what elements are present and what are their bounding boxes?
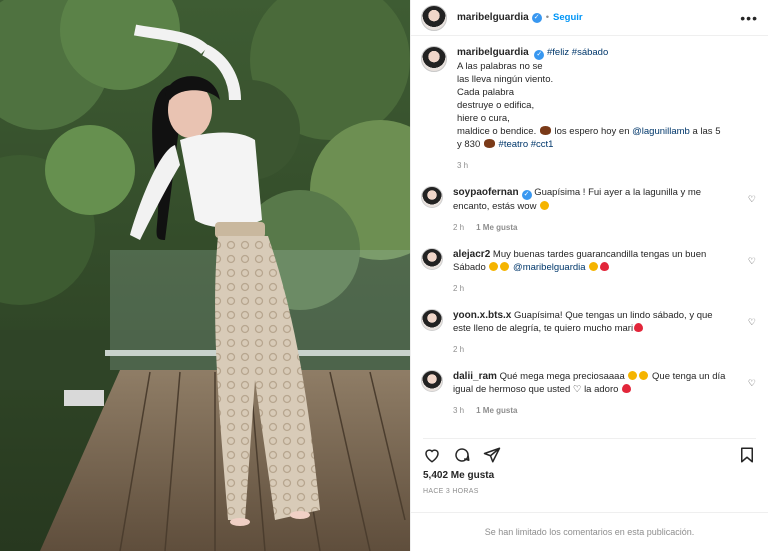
author-avatar[interactable] (421, 46, 447, 72)
comment-likes[interactable]: 1 Me gusta (476, 221, 517, 234)
follow-button[interactable]: Seguir (553, 12, 583, 23)
comment-time[interactable]: 2 h (453, 221, 464, 234)
post-header: maribelguardia ✓ • Seguir ••• (411, 0, 768, 36)
caption-username[interactable]: maribelguardia (457, 47, 529, 58)
verified-icon: ✓ (531, 12, 542, 23)
likes-count[interactable]: 5,402 Me gusta (423, 470, 494, 481)
comment-text: Qué mega mega preciosaaaa (499, 371, 625, 382)
comment-item: alejacr2 Muy buenas tardes guarancandill… (421, 248, 756, 295)
verified-icon: ✓ (521, 190, 532, 200)
caption-line: las lleva ningún viento. (457, 74, 554, 85)
heart-eyes-emoji-icon (589, 262, 599, 271)
red-heart-emoji-icon (600, 262, 610, 271)
post-timestamp: HACE 3 HORAS (423, 488, 479, 495)
post-actions (423, 438, 756, 463)
comment-content: dalii_ram Qué mega mega preciosaaaa Que … (453, 370, 732, 417)
commenter-username[interactable]: yoon.x.bts.x (453, 310, 511, 321)
commenter-avatar[interactable] (421, 248, 443, 270)
caption-content: maribelguardia ✓ #feliz #sábado A las pa… (457, 46, 756, 172)
red-heart-emoji-icon (622, 384, 632, 393)
caption-mention[interactable]: @lagunillamb (632, 126, 690, 137)
caption-timestamp[interactable]: 3 h (457, 159, 468, 172)
comment-content: alejacr2 Muy buenas tardes guarancandill… (453, 248, 732, 295)
caption-time-text2: y 830 (457, 139, 481, 150)
instagram-post-window: maribelguardia ✓ • Seguir ••• maribelgua… (0, 0, 768, 551)
verified-icon: ✓ (534, 50, 545, 60)
comment-content: soypaofernan ✓ Guapísima ! Fui ayer a la … (453, 186, 732, 234)
commenter-avatar[interactable] (421, 309, 443, 331)
caption-line: maldice o bendice. los espero hoy en @la… (457, 125, 756, 138)
post-photo-illustration (0, 0, 410, 551)
comment-time[interactable]: 3 h (453, 404, 464, 417)
caption-line: y 830 #teatro #cct1 (457, 138, 756, 151)
comment-item: dalii_ram Qué mega mega preciosaaaa Que … (421, 370, 756, 417)
comment-like-heart-icon[interactable]: ♡ (748, 256, 756, 267)
comment-time[interactable]: 2 h (453, 282, 464, 295)
heart-eyes-emoji-icon (540, 201, 550, 210)
heart-icon[interactable] (423, 446, 441, 464)
comment-like-heart-icon[interactable]: ♡ (748, 317, 756, 328)
comment-meta: 3 h 1 Me gusta (453, 404, 732, 417)
caption: maribelguardia ✓ #feliz #sábado A las pa… (421, 46, 756, 172)
more-icon[interactable]: ••• (740, 10, 758, 26)
comment-likes[interactable]: 1 Me gusta (476, 404, 517, 417)
caption-line: A las palabras no se (457, 61, 543, 72)
comment-like-heart-icon[interactable]: ♡ (748, 378, 756, 389)
caption-meta: 3 h (457, 159, 756, 172)
comment-item: yoon.x.bts.x Guapísima! Que tengas un li… (421, 309, 756, 356)
caption-espero: los espero hoy en (554, 126, 630, 137)
football-emoji-icon (539, 126, 551, 135)
caption-line: hiere o cura, (457, 113, 510, 124)
commenter-username[interactable]: soypaofernan (453, 187, 519, 198)
commenter-username[interactable]: dalii_ram (453, 371, 497, 382)
caption-hashtags[interactable]: #feliz #sábado (547, 47, 608, 58)
caption-end-hashtags[interactable]: #teatro #cct1 (499, 139, 554, 150)
heart-eyes-emoji-icon (489, 262, 499, 271)
comment-content: yoon.x.bts.x Guapísima! Que tengas un li… (453, 309, 732, 356)
share-icon[interactable] (483, 446, 501, 464)
comment-like-heart-icon[interactable]: ♡ (748, 194, 756, 205)
comments-limited-notice: Se han limitado los comentarios en esta … (411, 512, 768, 551)
comment-meta: 2 h (453, 343, 732, 356)
caption-time-text: a las 5 (692, 126, 721, 137)
save-icon[interactable] (738, 446, 756, 464)
heart-eyes-emoji-icon (628, 371, 638, 380)
comment-text: la adoro (584, 384, 619, 395)
caption-bendice: maldice o bendice. (457, 126, 537, 137)
comment-icon[interactable] (453, 446, 471, 464)
comment-item: soypaofernan ✓ Guapísima ! Fui ayer a la … (421, 186, 756, 234)
post-photo[interactable] (0, 0, 410, 551)
comment-meta: 2 h (453, 282, 732, 295)
post-panel: maribelguardia ✓ • Seguir ••• maribelgua… (410, 0, 768, 551)
commenter-username[interactable]: alejacr2 (453, 249, 490, 260)
separator-dot: • (545, 12, 550, 23)
caption-line: Cada palabra (457, 87, 515, 98)
commenter-avatar[interactable] (421, 186, 443, 208)
commenter-avatar[interactable] (421, 370, 443, 392)
red-heart-emoji-icon (634, 323, 644, 332)
comments-scroll-area[interactable]: maribelguardia ✓ #feliz #sábado A las pa… (411, 36, 768, 428)
author-username[interactable]: maribelguardia (457, 12, 529, 23)
caption-line: destruye o edifica, (457, 100, 535, 111)
football-emoji-icon (483, 139, 495, 148)
white-heart-icon: ♡ (572, 384, 582, 395)
comment-time[interactable]: 2 h (453, 343, 464, 356)
comment-meta: 2 h 1 Me gusta (453, 221, 732, 234)
comment-mention[interactable]: @maribelguardia (513, 262, 585, 273)
author-avatar[interactable] (421, 4, 447, 31)
heart-eyes-emoji-icon (639, 371, 649, 380)
heart-eyes-emoji-icon (500, 262, 510, 271)
